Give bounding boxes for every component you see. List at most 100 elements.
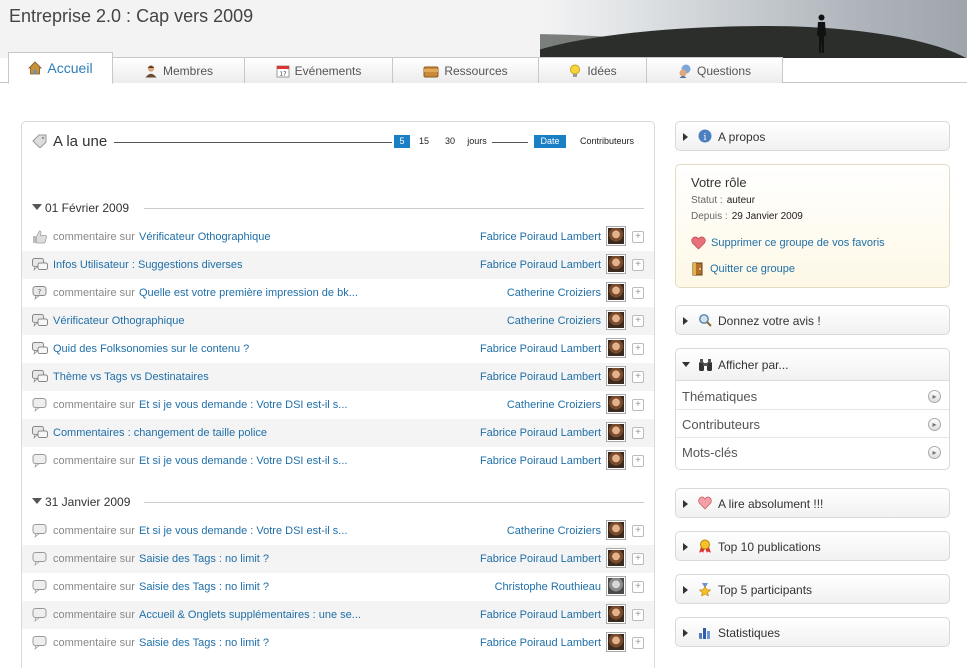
author-link[interactable]: Fabrice Poiraud Lambert [480, 637, 601, 649]
a-lire-box[interactable]: A lire absolument !!! [675, 488, 950, 518]
top10-box[interactable]: Top 10 publications [675, 531, 950, 561]
plus-icon[interactable]: + [632, 553, 644, 565]
avatar[interactable] [606, 226, 626, 246]
afficher-item-label: Thématiques [682, 389, 758, 404]
plus-icon[interactable]: + [632, 455, 644, 467]
publication-link[interactable]: Vérificateur Othographique [139, 231, 270, 243]
author-link[interactable]: Fabrice Poiraud Lambert [480, 259, 601, 271]
afficher-mots-cles[interactable]: Mots-clés ▸ [676, 438, 949, 466]
publication-link[interactable]: Thème vs Tags vs Destinataires [53, 371, 209, 383]
author-link[interactable]: Fabrice Poiraud Lambert [480, 427, 601, 439]
author-link[interactable]: Christophe Routhieau [495, 581, 601, 593]
remove-favorite-link[interactable]: Supprimer ce groupe de vos favoris [691, 236, 885, 250]
publication-link[interactable]: Accueil & Onglets supplémentaires : une … [139, 609, 361, 621]
plus-icon[interactable]: + [632, 259, 644, 271]
avatar[interactable] [606, 310, 626, 330]
plus-icon[interactable]: + [632, 525, 644, 537]
publication-link[interactable]: Saisie des Tags : no limit ? [139, 581, 269, 593]
thumbs-up-icon [32, 230, 48, 244]
plus-icon[interactable]: + [632, 287, 644, 299]
afficher-thematiques[interactable]: Thématiques ▸ [676, 382, 949, 410]
avis-box[interactable]: Donnez votre avis ! [675, 305, 950, 335]
a-la-une-header: A la une 5 15 30 jours Date Contributeur… [32, 134, 644, 150]
sort-contributeurs-button[interactable]: Contributeurs [572, 135, 642, 148]
heart-icon [698, 496, 712, 510]
author-link[interactable]: Catherine Croiziers [507, 399, 601, 411]
plus-icon[interactable]: + [632, 637, 644, 649]
publication-link[interactable]: Et si je vous demande : Votre DSI est-il… [139, 399, 347, 411]
feed-row: commentaire sur Saisie des Tags : no limi… [22, 573, 654, 601]
tab-accueil[interactable]: Accueil [8, 52, 113, 84]
publication-link[interactable]: Saisie des Tags : no limit ? [139, 553, 269, 565]
avatar[interactable] [606, 548, 626, 568]
author-link[interactable]: Fabrice Poiraud Lambert [480, 371, 601, 383]
avatar[interactable] [606, 632, 626, 652]
tab-idees[interactable]: Idées [538, 57, 647, 83]
author-link[interactable]: Catherine Croiziers [507, 525, 601, 537]
plus-icon[interactable]: + [632, 399, 644, 411]
top5-box[interactable]: Top 5 participants [675, 574, 950, 604]
author-link[interactable]: Fabrice Poiraud Lambert [480, 455, 601, 467]
period-30-button[interactable]: 30 [440, 135, 460, 148]
a-la-une-panel: A la une 5 15 30 jours Date Contributeur… [21, 121, 655, 668]
sort-date-button[interactable]: Date [534, 135, 566, 148]
afficher-contributeurs[interactable]: Contributeurs ▸ [676, 410, 949, 438]
depuis-label: Depuis : [691, 211, 728, 222]
plus-icon[interactable]: + [632, 371, 644, 383]
tab-evenements[interactable]: 17 Evénements [244, 57, 393, 83]
publication-link[interactable]: Quelle est votre première impression de … [139, 287, 358, 299]
plus-icon[interactable]: + [632, 343, 644, 355]
avatar[interactable] [606, 450, 626, 470]
avatar[interactable] [606, 520, 626, 540]
avatar[interactable] [606, 422, 626, 442]
author-link[interactable]: Fabrice Poiraud Lambert [480, 553, 601, 565]
plus-icon[interactable]: + [632, 231, 644, 243]
author-link[interactable]: Fabrice Poiraud Lambert [480, 609, 601, 621]
statistiques-box[interactable]: Statistiques [675, 617, 950, 647]
avatar[interactable] [606, 394, 626, 414]
a-la-une-title: A la une [53, 133, 108, 150]
tab-membres[interactable]: Membres [112, 57, 245, 83]
date-group-header[interactable]: 01 Février 2009 [32, 201, 644, 215]
publication-link[interactable]: Et si je vous demande : Votre DSI est-il… [139, 525, 347, 537]
avatar[interactable] [606, 338, 626, 358]
plus-icon[interactable]: + [632, 427, 644, 439]
publication-link[interactable]: Saisie des Tags : no limit ? [139, 637, 269, 649]
comment-icon [32, 636, 48, 650]
publication-link[interactable]: Vérificateur Othographique [53, 315, 184, 327]
role-box: Votre rôle Statut : auteur Depuis :29 Jan… [675, 164, 950, 288]
tab-ressources[interactable]: Ressources [392, 57, 539, 83]
avatar[interactable] [606, 576, 626, 596]
prefix-text: commentaire sur [53, 637, 135, 649]
discussion-icon [32, 426, 48, 440]
tab-questions[interactable]: Questions [646, 57, 783, 83]
period-15-button[interactable]: 15 [416, 135, 432, 148]
afficher-par-header[interactable]: Afficher par... [676, 349, 949, 381]
plus-icon[interactable]: + [632, 609, 644, 621]
publication-link[interactable]: Quid des Folksonomies sur le contenu ? [53, 343, 249, 355]
avatar[interactable] [606, 604, 626, 624]
header-banner-image [540, 0, 967, 58]
plus-icon[interactable]: + [632, 315, 644, 327]
role-statut: Statut : auteur [691, 195, 755, 206]
plus-icon[interactable]: + [632, 581, 644, 593]
divider [114, 142, 392, 143]
publication-link[interactable]: Commentaires : changement de taille poli… [53, 427, 267, 439]
avatar[interactable] [606, 366, 626, 386]
author-link[interactable]: Fabrice Poiraud Lambert [480, 231, 601, 243]
author-link[interactable]: Catherine Croiziers [507, 287, 601, 299]
expand-arrow-icon [683, 317, 688, 325]
heart-icon [691, 236, 706, 250]
date-group-header[interactable]: 31 Janvier 2009 [32, 495, 644, 509]
author-link[interactable]: Fabrice Poiraud Lambert [480, 343, 601, 355]
author-link[interactable]: Catherine Croiziers [507, 315, 601, 327]
publication-link[interactable]: Et si je vous demande : Votre DSI est-il… [139, 455, 347, 467]
publication-link[interactable]: Infos Utilisateur : Suggestions diverses [53, 259, 243, 271]
avatar[interactable] [606, 254, 626, 274]
statut-value: auteur [726, 195, 756, 206]
apropos-box[interactable]: i A propos [675, 121, 950, 151]
avatar[interactable] [606, 282, 626, 302]
period-5-button[interactable]: 5 [394, 135, 410, 148]
quit-group-link[interactable]: Quitter ce groupe [691, 262, 795, 276]
exit-door-icon [692, 262, 703, 276]
